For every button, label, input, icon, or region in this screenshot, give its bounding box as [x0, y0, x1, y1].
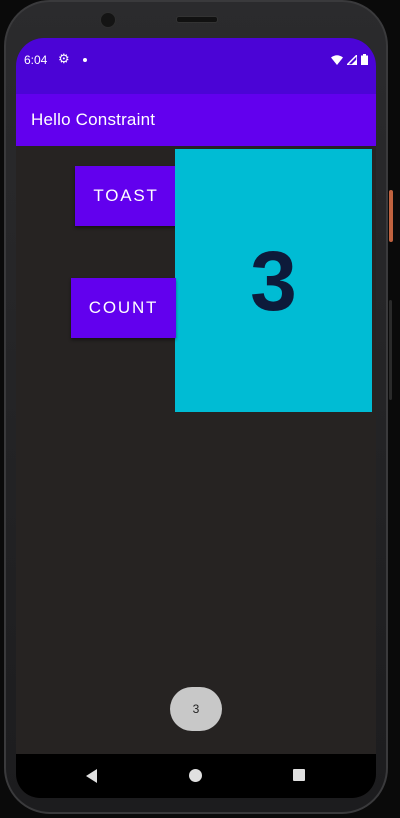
main-content: TOAST 3 COUNT — [16, 146, 376, 754]
count-button[interactable]: COUNT — [71, 278, 176, 338]
power-button[interactable] — [389, 190, 393, 242]
phone-frame: 6:04 ⚙ Hello Constraint TOAST 3 COUNT 3 — [0, 0, 400, 818]
device-screen: 6:04 ⚙ Hello Constraint TOAST 3 COUNT 3 — [16, 38, 376, 798]
status-bar: 6:04 ⚙ — [16, 38, 376, 94]
app-bar: Hello Constraint — [16, 94, 376, 146]
dot-icon — [83, 58, 87, 62]
back-icon[interactable] — [86, 769, 97, 783]
app-title: Hello Constraint — [31, 110, 156, 129]
battery-icon — [361, 54, 368, 65]
gear-icon: ⚙ — [58, 51, 70, 66]
volume-button[interactable] — [389, 300, 392, 400]
home-icon[interactable] — [189, 769, 202, 782]
recents-icon[interactable] — [293, 769, 305, 781]
earpiece-speaker — [176, 16, 218, 23]
wifi-icon — [331, 54, 343, 65]
signal-icon — [347, 54, 357, 65]
front-camera — [100, 12, 116, 28]
toast-button[interactable]: TOAST — [75, 166, 177, 226]
count-value: 3 — [250, 233, 297, 328]
navigation-bar — [16, 754, 376, 798]
toast-message: 3 — [170, 687, 222, 731]
status-icons — [331, 54, 368, 65]
count-display: 3 — [175, 149, 372, 412]
status-time: 6:04 — [24, 53, 48, 67]
